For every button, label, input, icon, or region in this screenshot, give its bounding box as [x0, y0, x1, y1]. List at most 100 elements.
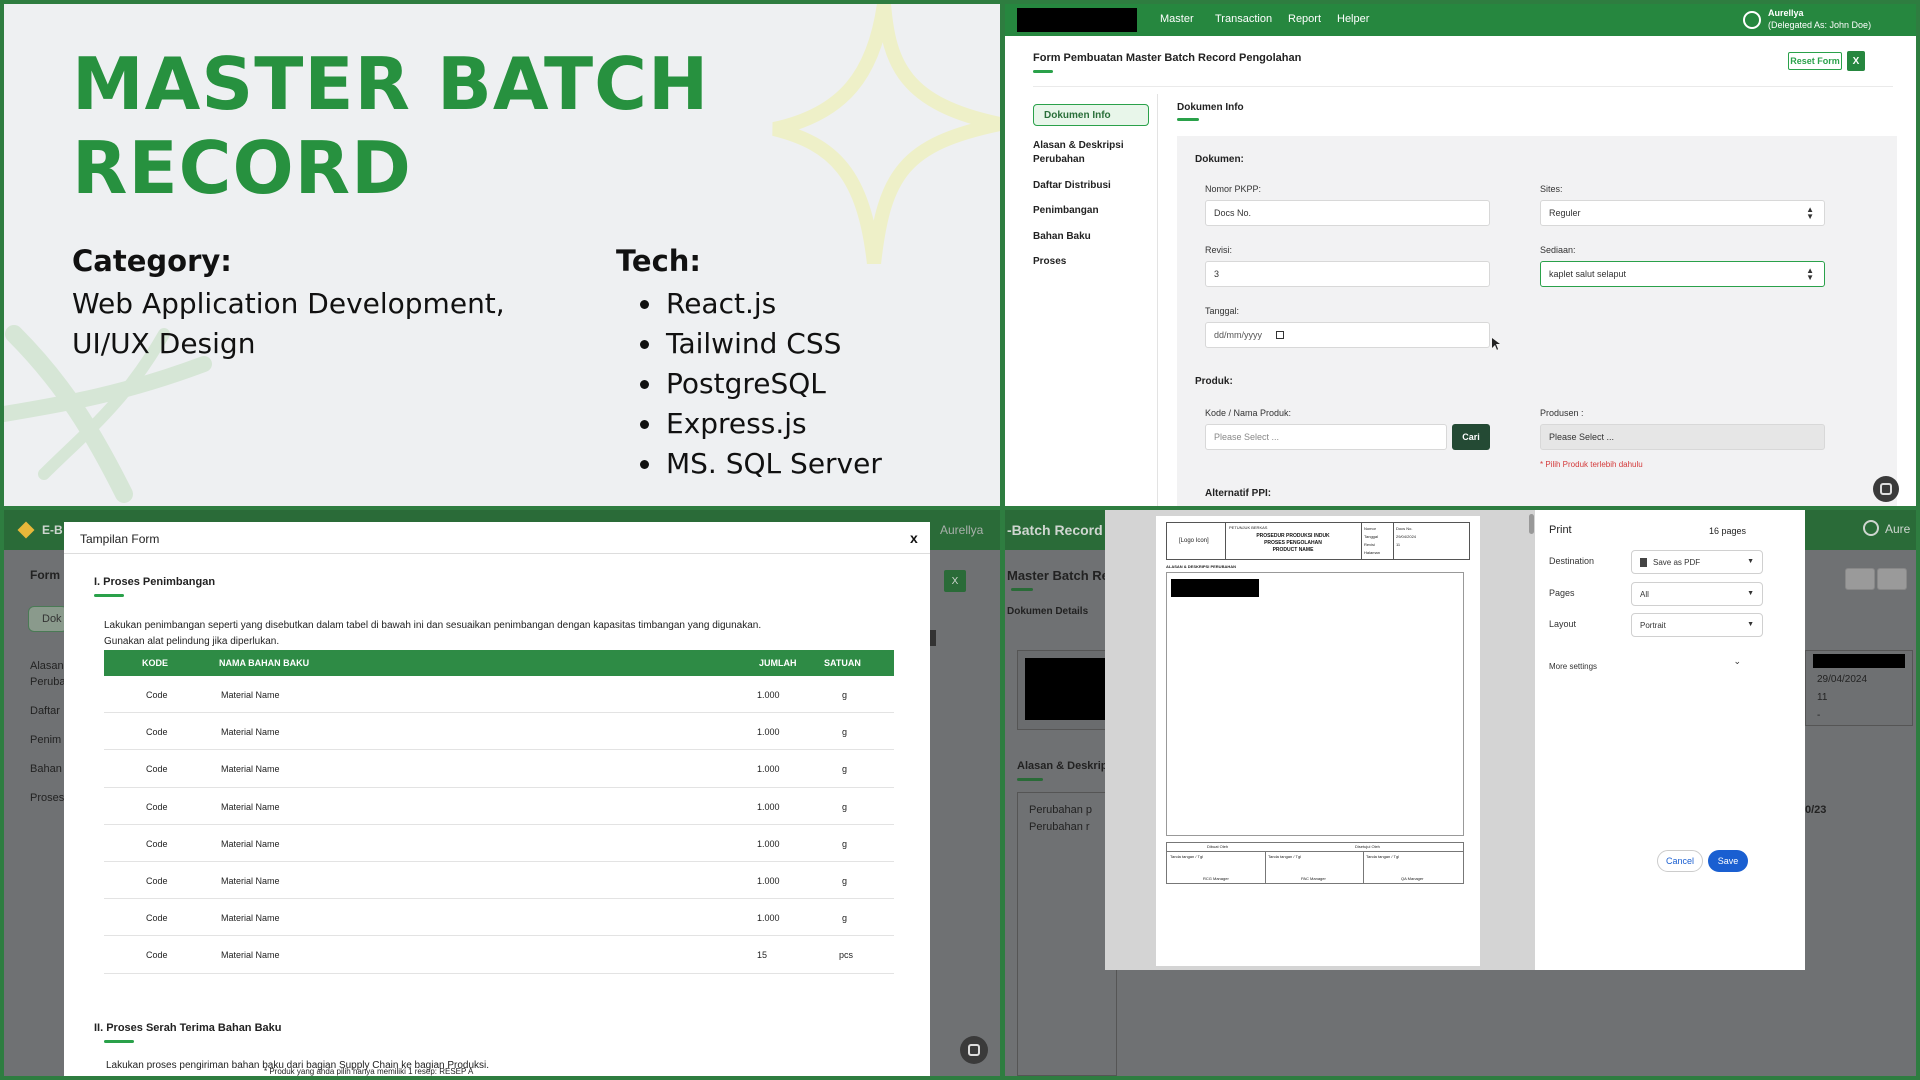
- help-fab-icon[interactable]: [1873, 476, 1899, 502]
- revisi-label: Revisi:: [1205, 245, 1233, 255]
- bg-list-item: Perubahan p: [1029, 804, 1092, 816]
- section-tab[interactable]: Dokumen Info: [1177, 102, 1244, 113]
- modal-close-button[interactable]: x: [910, 530, 918, 546]
- help-fab-icon[interactable]: [960, 1036, 988, 1064]
- sites-select[interactable]: Reguler ▲ ▼: [1540, 200, 1825, 226]
- kode-produk-input[interactable]: Please Select ...: [1205, 424, 1447, 450]
- user-info[interactable]: Aurellya (Delegated As: John Doe): [1768, 7, 1871, 31]
- print-preview-area: [Logo Icon] PETUNJUK BERKAS PROSEDUR PRO…: [1105, 510, 1535, 970]
- sediaan-select[interactable]: kaplet salut selaput ▲ ▼: [1540, 261, 1825, 287]
- tanggal-label: Tanggal:: [1205, 306, 1240, 316]
- bg-side-0: Alasan: [30, 660, 64, 672]
- bg-user-icon: [1863, 520, 1879, 536]
- bg-tab-text: Dok: [42, 613, 62, 625]
- section1-underline: [94, 594, 124, 597]
- category-value: Web Application Development, UI/UX Desig…: [72, 287, 505, 360]
- produk-heading: Produk:: [1195, 376, 1233, 387]
- doc-logo: [Logo Icon]: [1179, 538, 1209, 544]
- layout-select[interactable]: Portrait ▼: [1631, 613, 1763, 637]
- bg-side-4: Bahan: [30, 763, 62, 775]
- bg-form-title: Form: [30, 568, 60, 582]
- chevron-down-icon: ▼: [1747, 590, 1754, 597]
- print-title: Print: [1549, 524, 1572, 536]
- close-button[interactable]: X: [1847, 51, 1865, 71]
- sidebar-item-dokumen-info[interactable]: Dokumen Info: [1033, 104, 1149, 126]
- tech-item: PostgreSQL: [636, 364, 882, 404]
- preview-scrollbar[interactable]: [1529, 514, 1534, 534]
- nav-transaction[interactable]: Transaction: [1215, 13, 1272, 25]
- pages-label: Pages: [1549, 588, 1575, 598]
- more-settings-toggle[interactable]: More settings ⌄: [1549, 656, 1741, 671]
- nomor-input[interactable]: Docs No.: [1205, 200, 1490, 226]
- bg-dash: -: [1817, 710, 1821, 721]
- sidebar-item-alasan[interactable]: Alasan & Deskripsi: [1033, 139, 1124, 153]
- table-header: KODE NAMA BAHAN BAKU JUMLAH SATUAN: [104, 650, 894, 676]
- col-nama: NAMA BAHAN BAKU: [219, 658, 310, 668]
- nav-report[interactable]: Report: [1288, 13, 1321, 25]
- bottom-note: * Produk yang anda pilih hanya memiliki …: [264, 1067, 474, 1076]
- chevron-down-icon: ⌄: [1733, 656, 1741, 666]
- table-row: Code Material Name 1.000 g: [104, 824, 894, 862]
- page-count: 16 pages: [1709, 526, 1747, 536]
- nav-helper[interactable]: Helper: [1337, 13, 1369, 25]
- section-tab-underline: [1177, 118, 1199, 121]
- produk-error-text: * Pilih Produk terlebih dahulu: [1540, 460, 1643, 469]
- dokumen-heading: Dokumen:: [1195, 154, 1244, 165]
- chevron-down-icon: ▼: [1747, 558, 1754, 565]
- sidebar-item-perubahan[interactable]: Perubahan: [1033, 153, 1085, 167]
- bg-logo-text: E-B: [42, 523, 63, 537]
- doc-meta: Nomor Tanggal Revisi Halaman: [1364, 526, 1381, 555]
- cari-button[interactable]: Cari: [1452, 424, 1490, 450]
- table-row: Code Material Name 1.000 g: [104, 676, 894, 714]
- sidebar-divider: [1157, 94, 1158, 506]
- section1-description: Lakukan penimbangan seperti yang disebut…: [104, 620, 762, 647]
- doc-body-box: [1166, 572, 1464, 836]
- save-button[interactable]: Save: [1708, 850, 1748, 872]
- title-underline: [1033, 70, 1053, 73]
- section1-title: I. Proses Penimbangan: [94, 576, 216, 588]
- form-preview-modal: Tampilan Form x I. Proses Penimbangan La…: [64, 522, 930, 1076]
- cancel-button[interactable]: Cancel: [1657, 850, 1703, 872]
- produsen-label: Produsen :: [1540, 408, 1584, 418]
- sidebar-item-distribusi[interactable]: Daftar Distribusi: [1033, 179, 1111, 193]
- revisi-input[interactable]: 3: [1205, 261, 1490, 287]
- weighing-table: KODE NAMA BAHAN BAKU JUMLAH SATUAN Code M…: [104, 650, 894, 974]
- bg-settings-button: [1877, 568, 1907, 590]
- title-panel: MASTER BATCH RECORD Category: Web Applic…: [4, 4, 1000, 506]
- sidebar-item-penimbangan[interactable]: Penimbangan: [1033, 204, 1099, 218]
- divider: [1033, 86, 1893, 87]
- mouse-cursor-icon: [1492, 338, 1500, 350]
- logo-icon: [17, 521, 35, 539]
- calendar-icon[interactable]: [1276, 331, 1285, 339]
- table-row: Code Material Name 1.000 g: [104, 713, 894, 751]
- tech-heading: Tech:: [616, 244, 702, 278]
- doc-head-small: PETUNJUK BERKAS: [1229, 525, 1268, 530]
- star-decoration: [772, 4, 1000, 264]
- tanggal-input[interactable]: dd/mm/yyyy: [1205, 322, 1490, 348]
- bg-revision: 11: [1817, 692, 1828, 703]
- bg-right-number: 0/23: [1805, 804, 1827, 816]
- bg-subheading: Dokumen Details: [1007, 606, 1089, 617]
- bg-side-3: Penim: [30, 734, 62, 746]
- table-row: Code Material Name 1.000 g: [104, 899, 894, 937]
- bg-user: Aure: [1885, 522, 1911, 536]
- sites-label: Sites:: [1540, 184, 1563, 194]
- print-preview-panel: -Batch Record Aure Master Batch Re Dokum…: [1005, 510, 1916, 1076]
- table-row: Code Material Name 1.000 g: [104, 861, 894, 900]
- form-preview-panel: E-B Aurellya Form Dok Alasan Perubah Daf…: [4, 510, 1000, 1076]
- user-icon[interactable]: [1743, 11, 1761, 29]
- page-title: MASTER BATCH RECORD: [72, 42, 710, 210]
- destination-select[interactable]: Save as PDF ▼: [1631, 550, 1763, 574]
- section2-title: II. Proses Serah Terima Bahan Baku: [94, 1022, 282, 1034]
- tech-item: Express.js: [636, 404, 882, 444]
- scrollbar[interactable]: [930, 630, 936, 646]
- nav-master[interactable]: Master: [1160, 13, 1194, 25]
- sidebar-item-proses[interactable]: Proses: [1033, 255, 1066, 269]
- sidebar-item-bahan-baku[interactable]: Bahan Baku: [1033, 230, 1091, 244]
- bg-side-2: Daftar: [30, 705, 60, 717]
- pages-select[interactable]: All ▼: [1631, 582, 1763, 606]
- bg-user: Aurellya: [940, 523, 984, 537]
- bg-alasan-underline: [1017, 778, 1043, 781]
- reset-form-button[interactable]: Reset Form: [1788, 52, 1842, 70]
- doc-meta-values: Docs No. 29/04/2024 11: [1396, 526, 1417, 547]
